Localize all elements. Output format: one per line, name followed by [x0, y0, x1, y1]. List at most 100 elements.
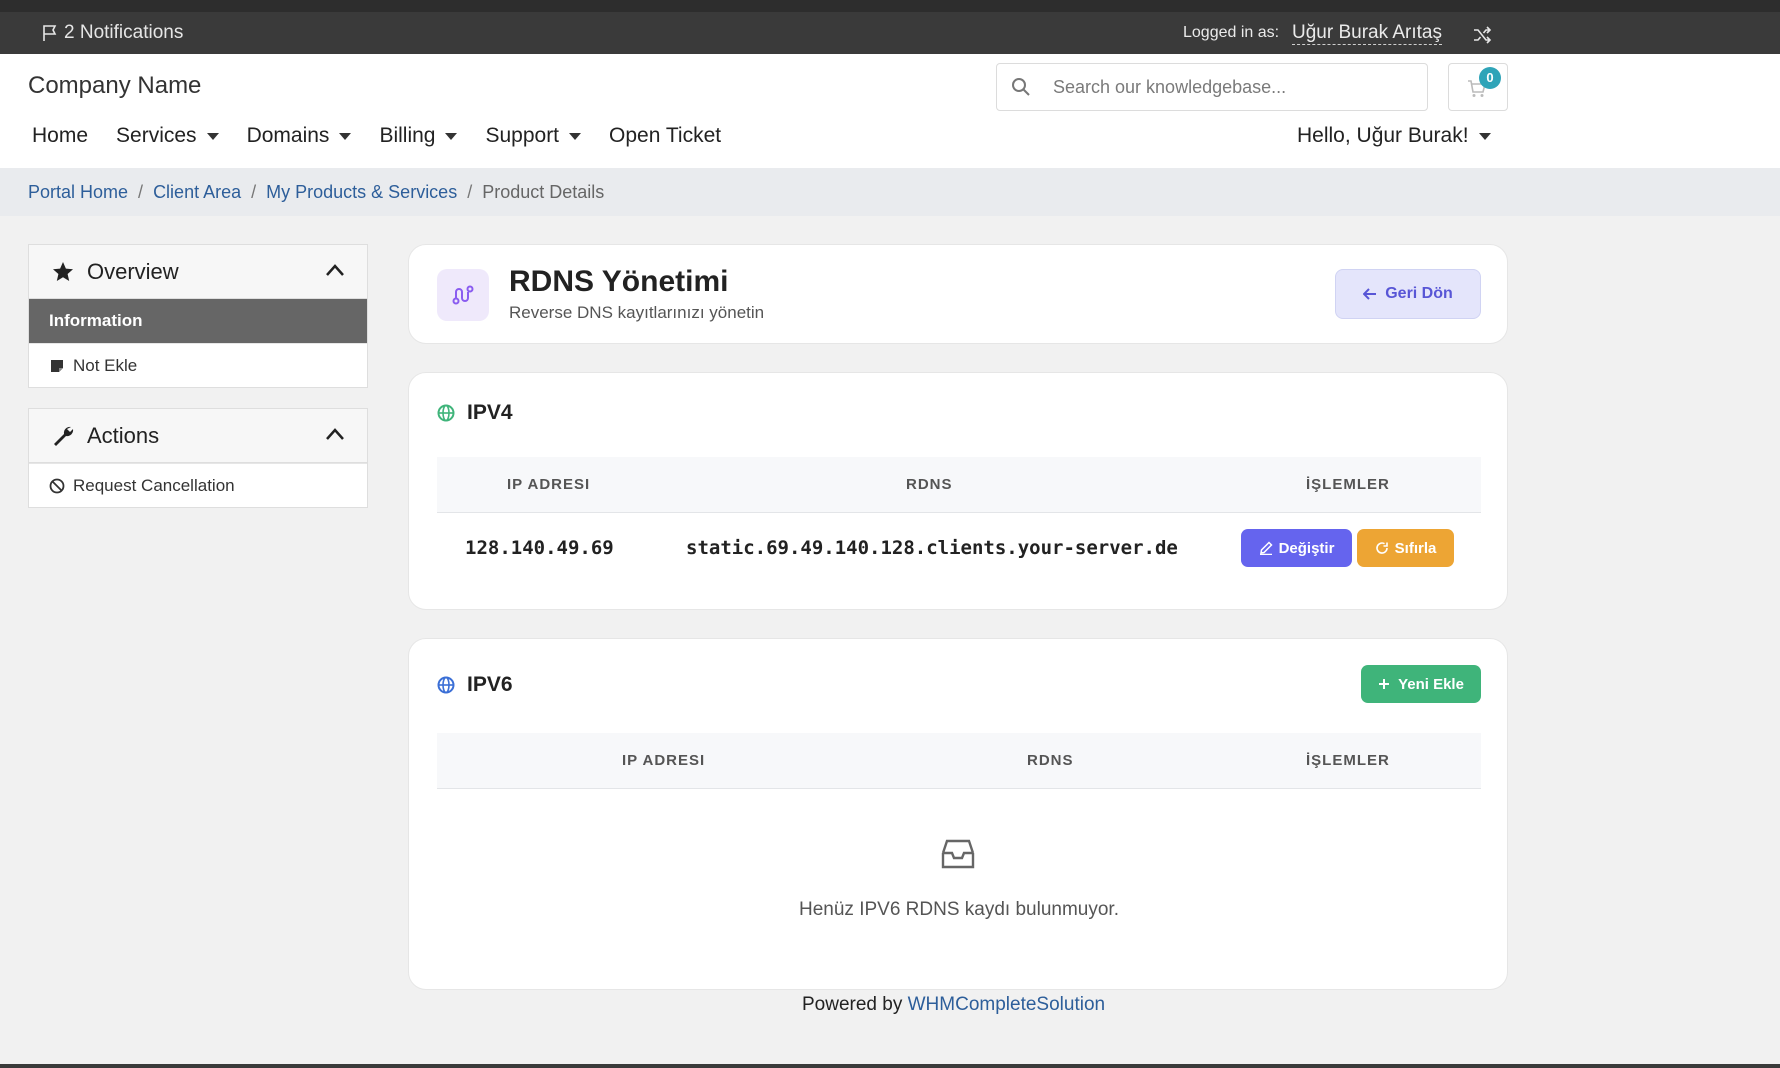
back-button[interactable]: Geri Dön [1335, 269, 1481, 319]
breadcrumb-portal-home[interactable]: Portal Home [28, 182, 128, 203]
breadcrumb: Portal Home / Client Area / My Products … [0, 168, 1780, 216]
ipv4-ip-cell: 128.140.49.69 [465, 537, 614, 559]
return-to-admin-icon[interactable] [1472, 25, 1492, 45]
top-bar: 2 Notifications Logged in as: Uğur Burak… [0, 0, 1780, 54]
column-header-rdns: RDNS [906, 476, 953, 493]
sticky-note-icon [51, 359, 63, 372]
sidebar-item-label: Information [49, 311, 143, 330]
actions-panel-header[interactable]: Actions [29, 409, 367, 463]
column-header-ip: IP ADRESI [507, 476, 591, 493]
company-logo[interactable]: Company Name [28, 72, 201, 100]
page-subtitle: Reverse DNS kayıtlarınızı yönetin [509, 303, 765, 322]
page-header-card: RDNS Yönetimi Reverse DNS kayıtlarınızı … [408, 244, 1508, 344]
knowledgebase-search [996, 63, 1428, 111]
caret-down-icon [1478, 132, 1491, 140]
column-header-actions: İŞLEMLER [1306, 752, 1390, 769]
ipv4-title: IPV4 [467, 401, 513, 424]
ipv4-card: IPV4 IP ADRESI RDNS İŞLEMLER 128.140.49.… [408, 372, 1508, 610]
actions-panel: Actions Request Cancellation [28, 408, 368, 508]
wrench-icon [54, 426, 74, 446]
flag-icon [43, 25, 57, 41]
breadcrumb-my-products[interactable]: My Products & Services [266, 182, 457, 203]
page-title: RDNS Yönetimi [509, 265, 729, 298]
actions-title: Actions [87, 422, 160, 448]
caret-down-icon [445, 132, 458, 140]
sidebar-item-information[interactable]: Information [29, 299, 367, 343]
ipv4-rdns-cell: static.69.49.140.128.clients.your-server… [686, 537, 1178, 559]
edit-button-label: Değiştir [1278, 539, 1335, 557]
edit-rdns-button[interactable]: Değiştir [1241, 529, 1352, 567]
nav-services-label: Services [116, 124, 197, 147]
cart-count-badge: 0 [1479, 67, 1501, 89]
nav-billing-label: Billing [379, 124, 436, 147]
breadcrumb-current: Product Details [482, 181, 605, 202]
sidebar-item-not-ekle[interactable]: Not Ekle [29, 343, 367, 387]
nav-domains-label: Domains [246, 124, 330, 147]
chevron-up-icon[interactable] [325, 263, 345, 277]
ipv4-table-header: IP ADRESI RDNS İŞLEMLER [437, 457, 1481, 513]
nav-support-label: Support [485, 124, 560, 147]
empty-state-message: Henüz IPV6 RDNS kaydı bulunmuyor. [799, 899, 1119, 920]
overview-panel-header[interactable]: Overview [29, 245, 367, 299]
add-rdns-button[interactable]: Yeni Ekle [1361, 665, 1481, 703]
nav-support[interactable]: Support [485, 124, 582, 148]
cart-button[interactable]: 0 [1448, 63, 1508, 111]
breadcrumb-separator: / [467, 181, 473, 202]
route-icon [452, 285, 474, 305]
search-icon [1012, 78, 1030, 96]
account-menu-label: Hello, Uğur Burak! [1297, 124, 1469, 147]
chevron-up-icon[interactable] [325, 427, 345, 441]
nav-open-ticket-label: Open Ticket [609, 124, 722, 147]
bottom-border [0, 1064, 1780, 1068]
globe-icon [437, 404, 455, 422]
overview-title: Overview [87, 258, 179, 284]
nav-services[interactable]: Services [116, 124, 219, 148]
add-button-label: Yeni Ekle [1398, 675, 1464, 693]
column-header-ip: IP ADRESI [622, 752, 706, 769]
arrow-left-icon [1363, 288, 1377, 300]
column-header-actions: İŞLEMLER [1306, 476, 1390, 493]
caret-down-icon [569, 132, 582, 140]
powered-by-label: Powered by [802, 994, 903, 1015]
nav-billing[interactable]: Billing [379, 124, 458, 148]
ipv4-section-title: IPV4 [437, 401, 513, 425]
logged-in-label: Logged in as: [1183, 24, 1280, 41]
caret-down-icon [206, 132, 219, 140]
overview-panel: Overview Information Not Ekle [28, 244, 368, 388]
breadcrumb-separator: / [251, 181, 257, 202]
breadcrumb-client-area[interactable]: Client Area [153, 182, 241, 203]
account-menu[interactable]: Hello, Uğur Burak! [1297, 124, 1491, 148]
notifications-link[interactable]: 2 Notifications [40, 22, 183, 44]
sidebar-item-label: Request Cancellation [73, 475, 235, 495]
breadcrumb-separator: / [138, 181, 144, 202]
ipv6-title: IPV6 [467, 673, 513, 696]
column-header-rdns: RDNS [1027, 752, 1074, 769]
user-name-link[interactable]: Uğur Burak Arıtaş [1292, 22, 1442, 45]
footer-link[interactable]: WHMCompleteSolution [908, 994, 1105, 1015]
nav-open-ticket[interactable]: Open Ticket [609, 124, 721, 148]
star-icon [53, 261, 73, 281]
nav-domains[interactable]: Domains [247, 124, 352, 148]
sidebar-item-label: Not Ekle [73, 355, 138, 375]
search-input[interactable] [1053, 76, 1413, 98]
refresh-icon [1375, 542, 1388, 554]
ban-icon [49, 478, 65, 493]
plus-icon [1379, 679, 1390, 689]
footer: Powered by WHMCompleteSolution [802, 994, 1105, 1016]
reset-button-label: Sıfırla [1394, 539, 1437, 557]
sidebar-item-request-cancellation[interactable]: Request Cancellation [29, 463, 367, 507]
reset-rdns-button[interactable]: Sıfırla [1357, 529, 1454, 567]
ipv6-table-header: IP ADRESI RDNS İŞLEMLER [437, 733, 1481, 789]
notifications-label: 2 Notifications [64, 22, 184, 43]
nav-home[interactable]: Home [32, 124, 88, 148]
pencil-icon [1259, 541, 1273, 555]
ipv6-section-title: IPV6 [437, 673, 513, 697]
caret-down-icon [339, 132, 352, 140]
header: Company Name 0 Home Services Domains Bil… [0, 54, 1780, 168]
nav-home-label: Home [32, 124, 89, 147]
back-button-label: Geri Dön [1385, 285, 1453, 302]
globe-icon [437, 676, 455, 694]
main-nav: Home Services Domains Billing Support Op… [32, 124, 749, 148]
ipv6-card: IPV6 Yeni Ekle IP ADRESI RDNS İŞLEMLER H… [408, 638, 1508, 990]
route-icon-badge [437, 269, 489, 321]
